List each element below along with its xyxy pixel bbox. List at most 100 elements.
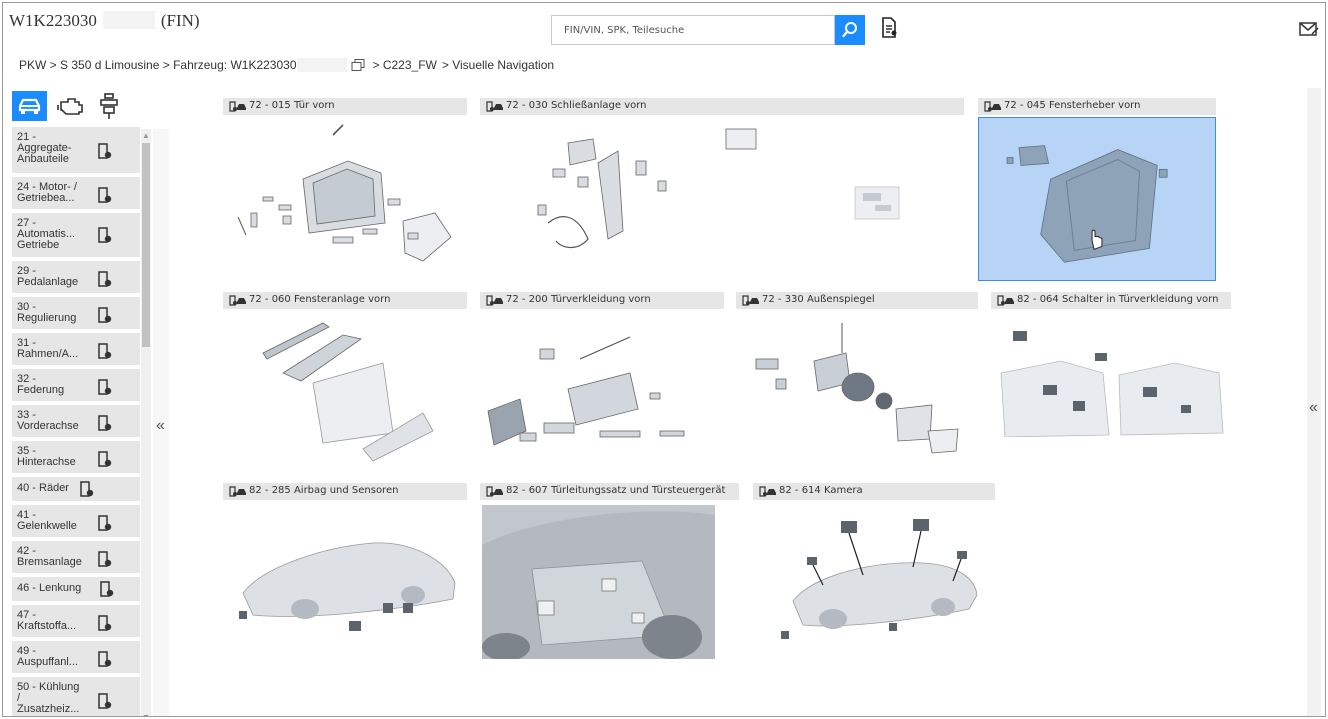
document-car-icon — [984, 101, 1001, 112]
breadcrumb-vehicle[interactable]: PKW > S 350 d Limousine > Fahrzeug: W1K2… — [19, 58, 297, 72]
search-input[interactable]: FIN/VIN, SPK, Teilesuche — [551, 15, 835, 45]
document-icon — [98, 379, 112, 395]
tile-label: 72 - 330 Außenspiegel — [762, 294, 875, 305]
tile-label: 72 - 060 Fensteranlage vorn — [249, 294, 391, 305]
sidebar-item-label: 49 - Auspuffanl... — [17, 645, 78, 668]
tile-72-015-header[interactable]: 72 - 015 Tür vorn — [223, 98, 467, 115]
tile-72-045-image[interactable] — [978, 117, 1216, 281]
copy-icon[interactable] — [351, 59, 365, 71]
document-icon — [100, 581, 114, 597]
tile-label: 72 - 015 Tür vorn — [249, 100, 335, 111]
breadcrumb-current: > Visuelle Navigation — [441, 58, 555, 72]
document-icon — [98, 615, 112, 631]
tile-72-030-header[interactable]: 72 - 030 Schließanlage vorn — [480, 98, 964, 115]
sidebar-item-label: 21 - Aggregate- Anbauteile — [17, 131, 72, 165]
tile-label: 82 - 064 Schalter in Türverkleidung vorn — [1017, 294, 1219, 305]
sidebar-item-31[interactable]: 31 - Rahmen/A... — [12, 333, 140, 365]
sidebar-item-label: 31 - Rahmen/A... — [17, 337, 79, 360]
document-car-icon — [229, 101, 246, 112]
sidebar-item-label: 50 - Kühlung / Zusatzheiz... — [17, 681, 80, 715]
mail-icon[interactable] — [1299, 21, 1319, 37]
document-car-icon — [486, 486, 503, 497]
document-car-icon — [759, 486, 776, 497]
breadcrumb: PKW > S 350 d Limousine > Fahrzeug: W1K2… — [19, 58, 554, 72]
vin-suffix: (FIN) — [160, 11, 200, 30]
vin-prefix: W1K223030 — [9, 11, 97, 30]
tile-72-330-header[interactable]: 72 - 330 Außenspiegel — [736, 292, 978, 309]
search-icon — [842, 22, 857, 38]
sidebar-item-label: 41 - Gelenkwelle — [17, 509, 77, 532]
tile-82-607-header[interactable]: 82 - 607 Türleitungssatz und Türsteuerge… — [480, 483, 739, 500]
tile-72-030-image[interactable] — [508, 121, 768, 261]
sidebar-item-label: 47 - Kraftstoffa... — [17, 609, 77, 632]
sidebar-item-35[interactable]: 35 - Hinterachse — [12, 441, 140, 473]
expand-panel-button[interactable]: « — [1309, 399, 1318, 417]
sidebar-item-24[interactable]: 24 - Motor- / Getriebea... — [12, 177, 140, 209]
collapse-sidebar-button[interactable]: « — [156, 417, 165, 435]
document-icon[interactable] — [881, 17, 899, 39]
tile-label: 72 - 045 Fensterheber vorn — [1004, 100, 1141, 111]
breadcrumb-model[interactable]: > C223_FW — [373, 58, 437, 72]
document-icon — [98, 187, 112, 203]
tile-label: 82 - 607 Türleitungssatz und Türsteuerge… — [506, 485, 726, 496]
tab-engine[interactable] — [55, 91, 87, 121]
vin-mask — [296, 58, 347, 72]
sidebar-item-42[interactable]: 42 - Bremsanlage — [12, 541, 140, 573]
seat-icon — [100, 93, 118, 119]
scroll-up-icon[interactable]: ▲ — [142, 131, 150, 140]
sidebar-item-label: 33 - Vorderachse — [17, 409, 79, 432]
tile-label: 72 - 030 Schließanlage vorn — [506, 100, 647, 111]
tab-seat[interactable] — [95, 91, 123, 121]
sidebar-item-46[interactable]: 46 - Lenkung — [12, 577, 140, 601]
tile-82-285-header[interactable]: 82 - 285 Airbag und Sensoren — [223, 483, 467, 500]
document-icon — [98, 415, 112, 431]
sidebar-item-50[interactable]: 50 - Kühlung / Zusatzheiz... — [12, 677, 140, 716]
sidebar-item-label: 29 - Pedalanlage — [17, 265, 79, 288]
sidebar-item-label: 32 - Federung — [17, 373, 65, 396]
search-button[interactable] — [835, 15, 865, 45]
sidebar-item-32[interactable]: 32 - Federung — [12, 369, 140, 401]
sidebar-item-49[interactable]: 49 - Auspuffanl... — [12, 641, 140, 673]
document-car-icon — [229, 295, 246, 306]
tile-72-200-header[interactable]: 72 - 200 Türverkleidung vorn — [480, 292, 724, 309]
document-icon — [98, 693, 112, 709]
tile-72-330-image[interactable] — [736, 313, 978, 463]
sidebar-item-33[interactable]: 33 - Vorderachse — [12, 405, 140, 437]
tile-82-614-header[interactable]: 82 - 614 Kamera — [753, 483, 995, 500]
document-icon — [98, 515, 112, 531]
tab-vehicle[interactable] — [12, 91, 47, 121]
sidebar-item-41[interactable]: 41 - Gelenkwelle — [12, 505, 140, 537]
sidebar-item-27[interactable]: 27 - Automatis... Getriebe — [12, 213, 140, 257]
document-car-icon — [486, 295, 503, 306]
tile-82-064-header[interactable]: 82 - 064 Schalter in Türverkleidung vorn — [991, 292, 1231, 309]
document-car-icon — [486, 101, 503, 112]
sidebar-item-47[interactable]: 47 - Kraftstoffa... — [12, 605, 140, 637]
tile-82-607-image[interactable] — [482, 505, 715, 659]
tile-72-060-header[interactable]: 72 - 060 Fensteranlage vorn — [223, 292, 467, 309]
scrollbar-thumb[interactable] — [142, 143, 150, 347]
tile-82-285-image[interactable] — [223, 503, 467, 653]
tile-label: 72 - 200 Türverkleidung vorn — [506, 294, 651, 305]
sidebar-item-21[interactable]: 21 - Aggregate- Anbauteile — [12, 127, 140, 173]
document-car-icon — [997, 295, 1014, 306]
document-icon — [98, 307, 112, 323]
sidebar-item-label: 30 - Regulierung — [17, 301, 77, 324]
sidebar-item-label: 27 - Automatis... Getriebe — [17, 217, 76, 251]
app-window: W1K223030 (FIN) FIN/VIN, SPK, Teilesuche … — [2, 2, 1326, 717]
tile-72-045-header[interactable]: 72 - 045 Fensterheber vorn — [978, 98, 1216, 115]
sidebar-item-label: 46 - Lenkung — [17, 582, 82, 594]
document-icon — [80, 481, 94, 497]
tile-72-200-image[interactable] — [480, 313, 724, 463]
tile-82-614-image[interactable] — [763, 505, 983, 651]
scroll-down-icon[interactable]: ▼ — [142, 713, 150, 716]
tile-82-064-image[interactable] — [991, 313, 1231, 437]
document-icon — [98, 271, 112, 287]
tile-72-015-image[interactable] — [223, 121, 467, 269]
sidebar-item-40[interactable]: 40 - Räder — [12, 477, 140, 501]
sidebar-item-label: 42 - Bremsanlage — [17, 545, 82, 568]
tile-72-060-image[interactable] — [223, 313, 467, 463]
sidebar-item-30[interactable]: 30 - Regulierung — [12, 297, 140, 329]
tile-label: 82 - 614 Kamera — [779, 485, 863, 496]
sidebar-item-29[interactable]: 29 - Pedalanlage — [12, 261, 140, 293]
sidebar-scrollbar[interactable]: ▲ ▼ — [141, 129, 151, 716]
